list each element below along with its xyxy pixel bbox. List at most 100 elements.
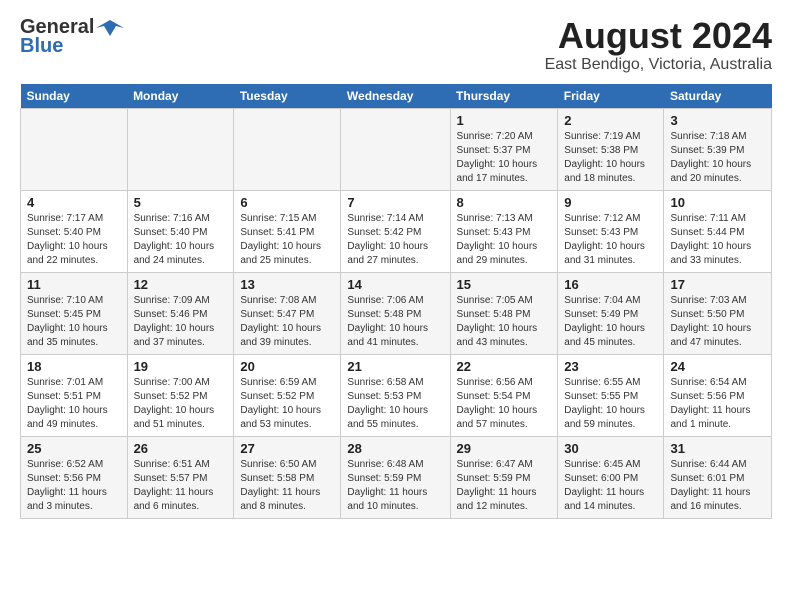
col-wednesday: Wednesday [341, 84, 450, 109]
table-row: 22 Sunrise: 6:56 AM Sunset: 5:54 PM Dayli… [450, 354, 558, 436]
day-info: Sunrise: 6:52 AM Sunset: 5:56 PM Dayligh… [27, 459, 107, 512]
day-info: Sunrise: 6:54 AM Sunset: 5:56 PM Dayligh… [670, 377, 750, 430]
day-info: Sunrise: 6:51 AM Sunset: 5:57 PM Dayligh… [134, 459, 214, 512]
day-number: 3 [670, 113, 765, 128]
day-info: Sunrise: 6:48 AM Sunset: 5:59 PM Dayligh… [347, 459, 427, 512]
table-row: 19 Sunrise: 7:00 AM Sunset: 5:52 PM Dayli… [127, 354, 234, 436]
logo-bird-icon [96, 18, 124, 38]
col-thursday: Thursday [450, 84, 558, 109]
day-info: Sunrise: 7:13 AM Sunset: 5:43 PM Dayligh… [457, 213, 538, 266]
day-number: 13 [240, 277, 334, 292]
day-number: 26 [134, 441, 228, 456]
logo-blue-text: Blue [20, 35, 63, 58]
day-number: 8 [457, 195, 552, 210]
table-row: 11 Sunrise: 7:10 AM Sunset: 5:45 PM Dayli… [21, 272, 128, 354]
logo: General Blue [20, 16, 124, 58]
calendar-week-row: 11 Sunrise: 7:10 AM Sunset: 5:45 PM Dayli… [21, 272, 772, 354]
day-info: Sunrise: 7:10 AM Sunset: 5:45 PM Dayligh… [27, 295, 108, 348]
table-row [21, 108, 128, 190]
day-number: 7 [347, 195, 443, 210]
day-info: Sunrise: 7:16 AM Sunset: 5:40 PM Dayligh… [134, 213, 215, 266]
table-row: 28 Sunrise: 6:48 AM Sunset: 5:59 PM Dayli… [341, 436, 450, 518]
day-number: 31 [670, 441, 765, 456]
table-row: 5Sunrise: 7:16 AM Sunset: 5:40 PM Daylig… [127, 190, 234, 272]
day-number: 6 [240, 195, 334, 210]
day-info: Sunrise: 7:11 AM Sunset: 5:44 PM Dayligh… [670, 213, 751, 266]
table-row: 29 Sunrise: 6:47 AM Sunset: 5:59 PM Dayli… [450, 436, 558, 518]
table-row: 4 Sunrise: 7:17 AM Sunset: 5:40 PM Daylig… [21, 190, 128, 272]
day-info: Sunrise: 7:12 AM Sunset: 5:43 PM Dayligh… [564, 213, 645, 266]
day-info: Sunrise: 7:15 AM Sunset: 5:41 PM Dayligh… [240, 213, 321, 266]
day-number: 22 [457, 359, 552, 374]
day-number: 15 [457, 277, 552, 292]
day-info: Sunrise: 6:55 AM Sunset: 5:55 PM Dayligh… [564, 377, 645, 430]
table-row: 15Sunrise: 7:05 AM Sunset: 5:48 PM Dayli… [450, 272, 558, 354]
day-info: Sunrise: 7:03 AM Sunset: 5:50 PM Dayligh… [670, 295, 751, 348]
col-monday: Monday [127, 84, 234, 109]
table-row: 3 Sunrise: 7:18 AM Sunset: 5:39 PM Daylig… [664, 108, 772, 190]
calendar-table: Sunday Monday Tuesday Wednesday Thursday… [20, 84, 772, 519]
day-info: Sunrise: 6:45 AM Sunset: 6:00 PM Dayligh… [564, 459, 644, 512]
day-info: Sunrise: 7:20 AM Sunset: 5:37 PM Dayligh… [457, 131, 538, 184]
day-info: Sunrise: 7:04 AM Sunset: 5:49 PM Dayligh… [564, 295, 645, 348]
table-row: 10 Sunrise: 7:11 AM Sunset: 5:44 PM Dayli… [664, 190, 772, 272]
col-saturday: Saturday [664, 84, 772, 109]
calendar-week-row: 25 Sunrise: 6:52 AM Sunset: 5:56 PM Dayli… [21, 436, 772, 518]
day-info: Sunrise: 7:00 AM Sunset: 5:52 PM Dayligh… [134, 377, 215, 430]
table-row: 9Sunrise: 7:12 AM Sunset: 5:43 PM Daylig… [558, 190, 664, 272]
calendar-week-row: 18Sunrise: 7:01 AM Sunset: 5:51 PM Dayli… [21, 354, 772, 436]
day-number: 12 [134, 277, 228, 292]
day-number: 2 [564, 113, 657, 128]
table-row: 6 Sunrise: 7:15 AM Sunset: 5:41 PM Daylig… [234, 190, 341, 272]
table-row: 13 Sunrise: 7:08 AM Sunset: 5:47 PM Dayli… [234, 272, 341, 354]
day-info: Sunrise: 6:44 AM Sunset: 6:01 PM Dayligh… [670, 459, 750, 512]
col-sunday: Sunday [21, 84, 128, 109]
day-number: 19 [134, 359, 228, 374]
day-number: 11 [27, 277, 121, 292]
day-info: Sunrise: 6:59 AM Sunset: 5:52 PM Dayligh… [240, 377, 321, 430]
table-row [341, 108, 450, 190]
day-number: 1 [457, 113, 552, 128]
table-row: 24 Sunrise: 6:54 AM Sunset: 5:56 PM Dayli… [664, 354, 772, 436]
day-info: Sunrise: 6:47 AM Sunset: 5:59 PM Dayligh… [457, 459, 537, 512]
day-info: Sunrise: 7:14 AM Sunset: 5:42 PM Dayligh… [347, 213, 428, 266]
table-row: 26 Sunrise: 6:51 AM Sunset: 5:57 PM Dayli… [127, 436, 234, 518]
table-row: 12 Sunrise: 7:09 AM Sunset: 5:46 PM Dayli… [127, 272, 234, 354]
table-row: 8 Sunrise: 7:13 AM Sunset: 5:43 PM Daylig… [450, 190, 558, 272]
table-row: 27Sunrise: 6:50 AM Sunset: 5:58 PM Dayli… [234, 436, 341, 518]
day-info: Sunrise: 7:17 AM Sunset: 5:40 PM Dayligh… [27, 213, 108, 266]
day-number: 10 [670, 195, 765, 210]
day-info: Sunrise: 7:18 AM Sunset: 5:39 PM Dayligh… [670, 131, 751, 184]
day-number: 18 [27, 359, 121, 374]
day-number: 20 [240, 359, 334, 374]
day-number: 17 [670, 277, 765, 292]
table-row: 30 Sunrise: 6:45 AM Sunset: 6:00 PM Dayli… [558, 436, 664, 518]
table-row: 1 Sunrise: 7:20 AM Sunset: 5:37 PM Daylig… [450, 108, 558, 190]
table-row: 21 Sunrise: 6:58 AM Sunset: 5:53 PM Dayli… [341, 354, 450, 436]
title-block: August 2024 East Bendigo, Victoria, Aust… [545, 16, 772, 74]
table-row: 7 Sunrise: 7:14 AM Sunset: 5:42 PM Daylig… [341, 190, 450, 272]
day-info: Sunrise: 7:06 AM Sunset: 5:48 PM Dayligh… [347, 295, 428, 348]
table-row: 2Sunrise: 7:19 AM Sunset: 5:38 PM Daylig… [558, 108, 664, 190]
calendar-header-row: Sunday Monday Tuesday Wednesday Thursday… [21, 84, 772, 109]
day-number: 16 [564, 277, 657, 292]
day-number: 28 [347, 441, 443, 456]
day-number: 21 [347, 359, 443, 374]
day-number: 30 [564, 441, 657, 456]
table-row: 20 Sunrise: 6:59 AM Sunset: 5:52 PM Dayli… [234, 354, 341, 436]
day-info: Sunrise: 6:58 AM Sunset: 5:53 PM Dayligh… [347, 377, 428, 430]
table-row: 18Sunrise: 7:01 AM Sunset: 5:51 PM Dayli… [21, 354, 128, 436]
table-row: 17 Sunrise: 7:03 AM Sunset: 5:50 PM Dayli… [664, 272, 772, 354]
table-row [234, 108, 341, 190]
day-number: 25 [27, 441, 121, 456]
day-number: 24 [670, 359, 765, 374]
day-info: Sunrise: 6:56 AM Sunset: 5:54 PM Dayligh… [457, 377, 538, 430]
table-row [127, 108, 234, 190]
day-info: Sunrise: 7:09 AM Sunset: 5:46 PM Dayligh… [134, 295, 215, 348]
table-row: 14Sunrise: 7:06 AM Sunset: 5:48 PM Dayli… [341, 272, 450, 354]
day-number: 29 [457, 441, 552, 456]
day-info: Sunrise: 7:08 AM Sunset: 5:47 PM Dayligh… [240, 295, 321, 348]
page-title: August 2024 [545, 16, 772, 56]
col-friday: Friday [558, 84, 664, 109]
day-number: 4 [27, 195, 121, 210]
